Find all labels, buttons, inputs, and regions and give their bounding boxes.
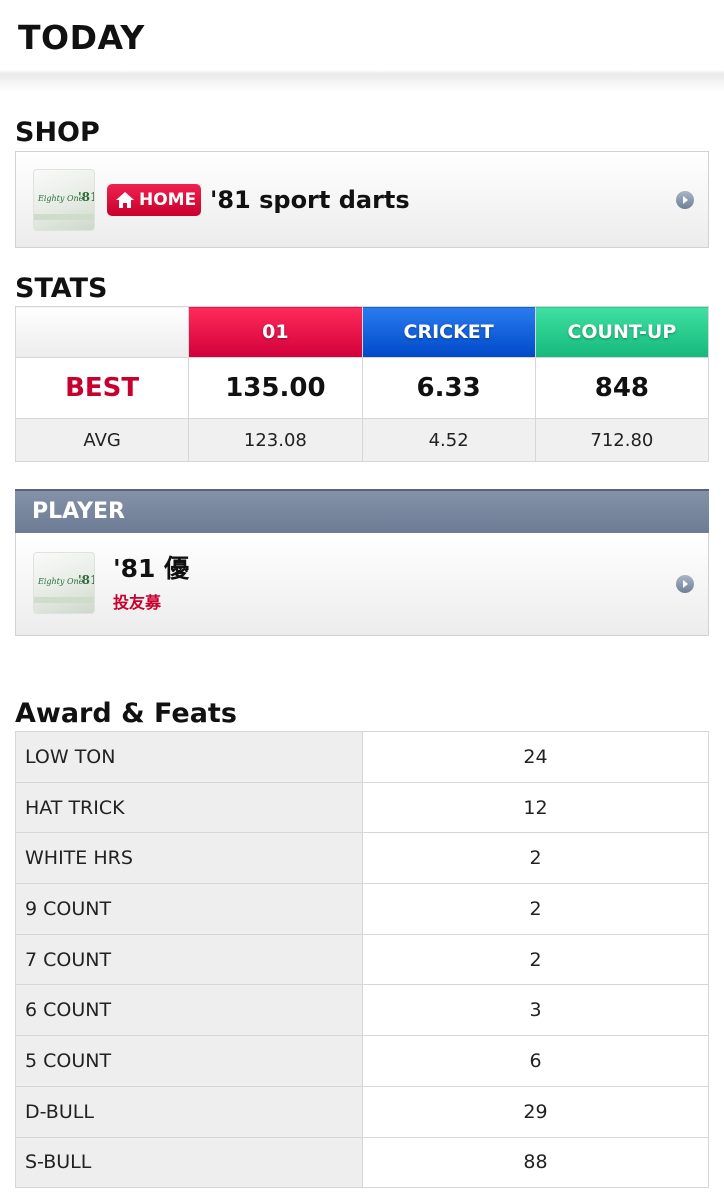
table-row: D-BULL 29 xyxy=(15,1085,709,1138)
table-row: HAT TRICK 12 xyxy=(15,781,709,834)
player-name: '81 優 xyxy=(113,554,190,583)
logo-number-mark: '81 xyxy=(78,190,94,204)
best-01-value: 135.00 xyxy=(188,357,363,419)
stats-table: 01 CRICKET COUNT-UP BEST 135.00 6.33 848… xyxy=(14,306,710,462)
stats-header-row: 01 CRICKET COUNT-UP xyxy=(14,306,710,358)
award-name: D-BULL xyxy=(15,1085,363,1138)
award-name: 5 COUNT xyxy=(15,1035,363,1087)
award-value: 6 xyxy=(362,1035,709,1087)
table-row: 5 COUNT 6 xyxy=(15,1035,709,1087)
best-cricket-value: 6.33 xyxy=(361,357,536,419)
logo-script-mark: Eighty One xyxy=(38,194,84,203)
player-thumbnail: Eighty One '81 xyxy=(33,552,95,614)
chevron-right-circle-icon[interactable] xyxy=(676,575,694,593)
award-value: 24 xyxy=(362,731,709,783)
awards-section-title: Award & Feats xyxy=(15,698,237,729)
award-value: 2 xyxy=(362,933,709,986)
shop-section-title: SHOP xyxy=(15,117,100,148)
shop-name: '81 sport darts xyxy=(210,186,410,214)
award-name: LOW TON xyxy=(15,731,363,783)
table-row: 6 COUNT 3 xyxy=(15,984,709,1037)
chevron-right-circle-icon[interactable] xyxy=(676,191,694,209)
award-value: 2 xyxy=(362,883,709,935)
page-title: TODAY xyxy=(18,18,145,57)
avg-cricket-value: 4.52 xyxy=(361,418,536,462)
stats-avg-row: AVG 123.08 4.52 712.80 xyxy=(14,418,710,462)
award-value: 2 xyxy=(362,832,709,885)
table-row: WHITE HRS 2 xyxy=(15,832,709,885)
stats-corner-cell xyxy=(14,306,190,358)
award-name: S-BULL xyxy=(15,1136,363,1189)
award-name: 6 COUNT xyxy=(15,984,363,1037)
table-row: S-BULL 88 xyxy=(15,1136,709,1189)
award-value: 29 xyxy=(362,1085,709,1138)
player-section-header: PLAYER xyxy=(15,489,709,533)
best-label: BEST xyxy=(14,357,190,419)
stats-col-count-up: COUNT-UP xyxy=(534,306,710,358)
stats-col-01: 01 xyxy=(188,306,363,358)
award-name: 7 COUNT xyxy=(15,933,363,986)
award-value: 12 xyxy=(362,781,709,834)
shop-thumbnail: Eighty One '81 xyxy=(33,169,95,231)
award-name: HAT TRICK xyxy=(15,781,363,834)
shop-card[interactable]: Eighty One '81 HOME '81 sport darts xyxy=(15,151,709,248)
table-row: LOW TON 24 xyxy=(15,731,709,783)
award-value: 3 xyxy=(362,984,709,1037)
table-row: 9 COUNT 2 xyxy=(15,883,709,935)
player-subtitle: 投友募 xyxy=(113,593,162,612)
home-badge-label: HOME xyxy=(139,190,197,210)
stats-best-row: BEST 135.00 6.33 848 xyxy=(14,357,710,419)
top-bar: TODAY xyxy=(0,0,724,92)
home-icon xyxy=(116,192,134,208)
award-value: 88 xyxy=(362,1136,709,1189)
logo-script-mark: Eighty One xyxy=(38,577,84,586)
logo-number-mark: '81 xyxy=(78,573,94,587)
table-row: 7 COUNT 2 xyxy=(15,933,709,986)
avg-label: AVG xyxy=(14,418,190,462)
home-badge: HOME xyxy=(107,184,201,216)
awards-table: LOW TON 24 HAT TRICK 12 WHITE HRS 2 9 CO… xyxy=(15,731,709,1189)
stats-section-title: STATS xyxy=(15,273,108,304)
award-name: 9 COUNT xyxy=(15,883,363,935)
avg-count-up-value: 712.80 xyxy=(534,418,710,462)
stats-col-cricket: CRICKET xyxy=(361,306,536,358)
avg-01-value: 123.08 xyxy=(188,418,363,462)
best-count-up-value: 848 xyxy=(534,357,710,419)
player-card[interactable]: Eighty One '81 '81 優 投友募 xyxy=(15,533,709,636)
award-name: WHITE HRS xyxy=(15,832,363,885)
